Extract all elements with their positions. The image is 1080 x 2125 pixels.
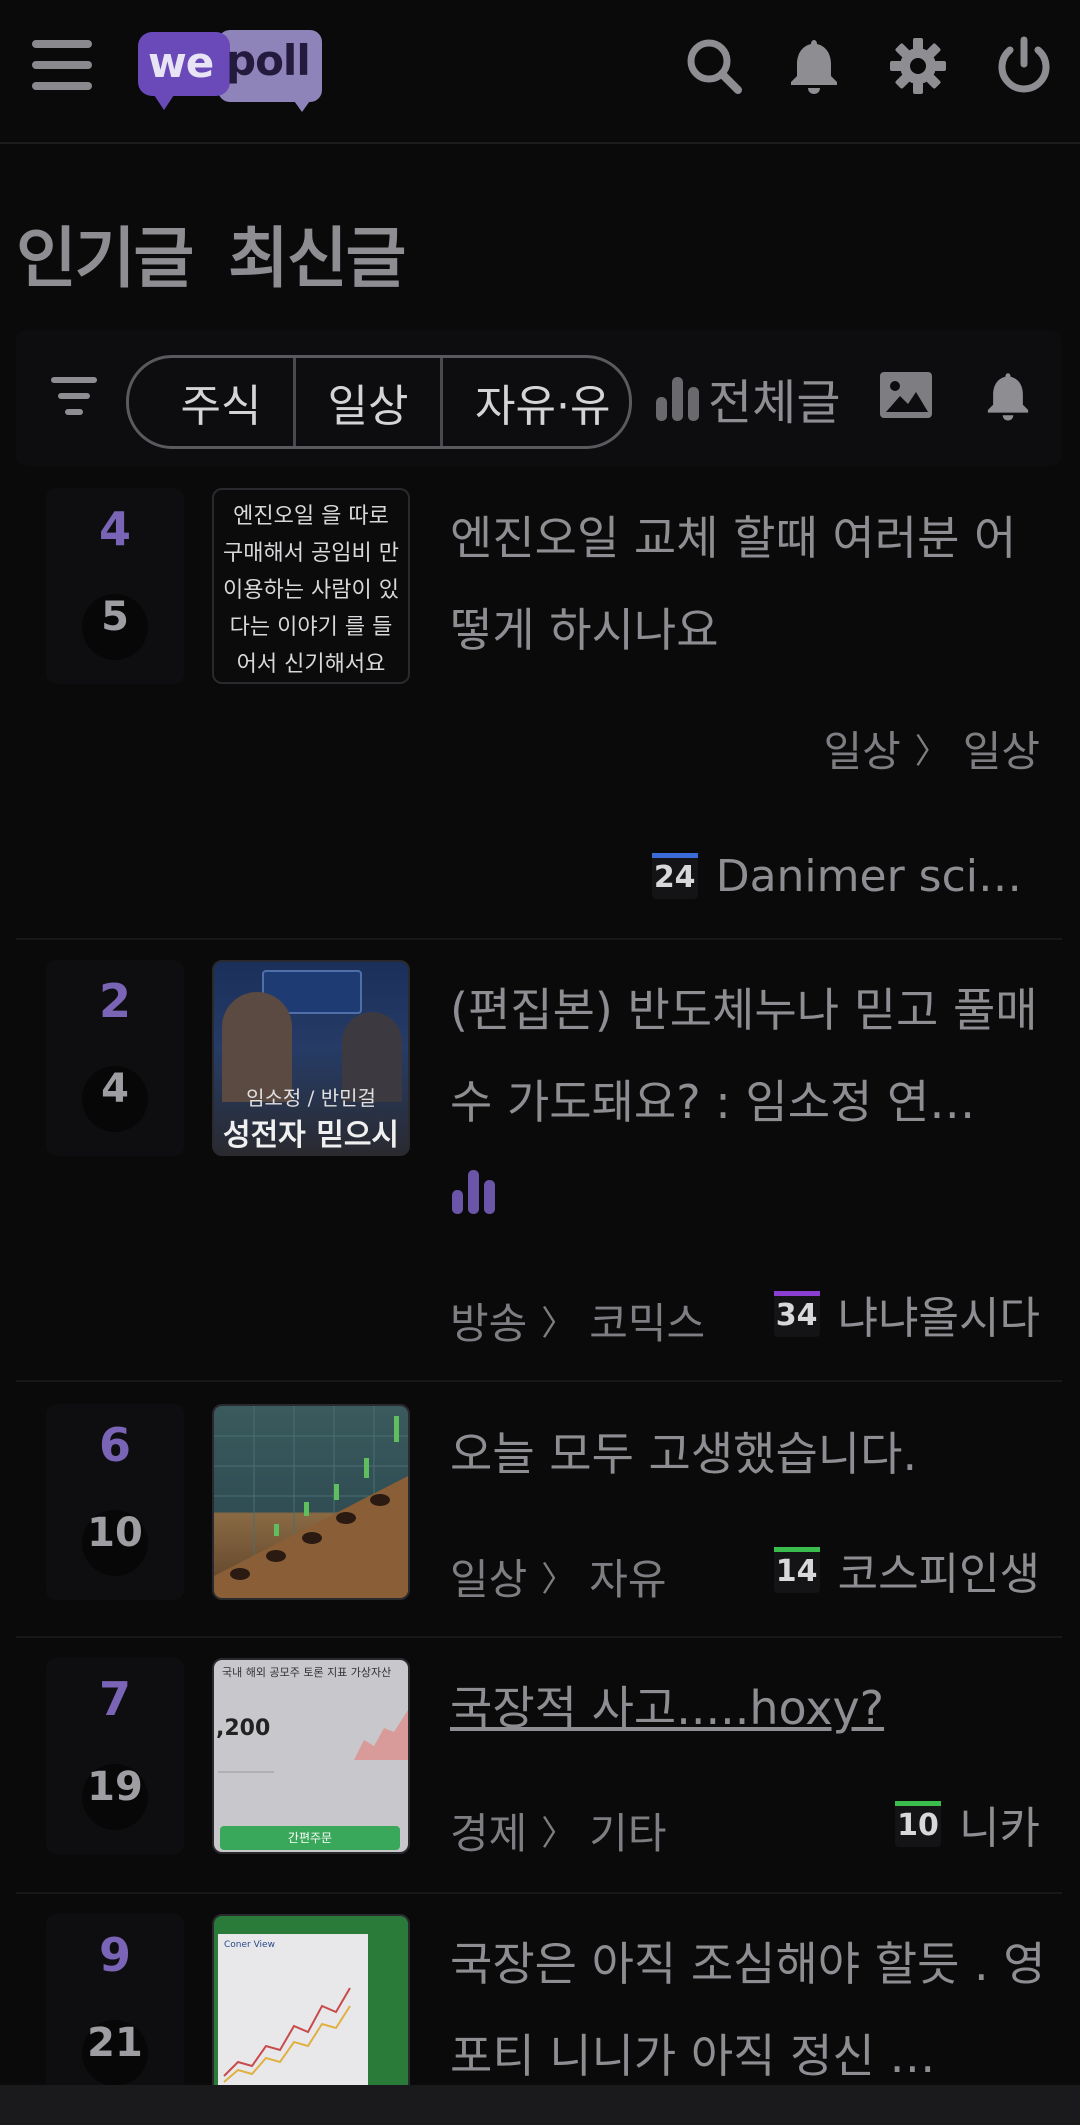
tab-popular[interactable]: 인기글 bbox=[16, 220, 194, 297]
system-navigation-bar bbox=[0, 2085, 1080, 2125]
post-author[interactable]: 14 코스피인생 bbox=[773, 1542, 1040, 1600]
vote-box: 6 10 bbox=[46, 1404, 184, 1600]
thumbnail-label: Coner View bbox=[224, 1940, 275, 1950]
tab-latest[interactable]: 최신글 bbox=[228, 220, 406, 297]
all-posts-button[interactable]: 전체글 bbox=[654, 366, 841, 431]
post-title[interactable]: 국장은 아직 조심해야 할듯 . 영포티 니니가 아직 정신 … bbox=[450, 1918, 1050, 2102]
power-icon[interactable] bbox=[992, 34, 1056, 98]
level-badge: 14 bbox=[773, 1547, 820, 1593]
post-item[interactable]: 6 10 오늘 모두 고생했습니다. 일상 〉 자유 14 코스피인생 bbox=[16, 1382, 1062, 1638]
post-title[interactable]: (편집본) 반도체누나 믿고 풀매수 가도돼요? : 임소정 연… bbox=[450, 964, 1050, 1148]
post-category[interactable]: 방송 〉 코믹스 bbox=[450, 1290, 705, 1351]
poll-icon bbox=[450, 1166, 498, 1220]
comment-count: 19 bbox=[82, 1764, 148, 1830]
upvote-count[interactable]: 7 bbox=[46, 1672, 184, 1726]
author-name: 냐냐올시다 bbox=[837, 1293, 1040, 1344]
vote-box: 4 5 bbox=[46, 488, 184, 684]
gear-icon[interactable] bbox=[886, 34, 950, 98]
filter-icon[interactable] bbox=[50, 372, 98, 420]
chevron-right-icon: 〉 bbox=[914, 732, 949, 772]
level-badge: 34 bbox=[773, 1291, 820, 1337]
vote-box: 7 19 bbox=[46, 1658, 184, 1854]
chip-stocks[interactable]: 주식 bbox=[129, 358, 296, 446]
thumbnail-caption-small: 임소정 / 반민걸 bbox=[246, 1086, 376, 1110]
category-chips: 주식 일상 자유·유 bbox=[126, 355, 632, 449]
feed-tabs: 인기글 최신글 bbox=[16, 205, 440, 301]
post-thumbnail[interactable]: 국내 해외 공모주 토론 지표 가상자산 ,200 간편주문 bbox=[212, 1658, 410, 1854]
post-thumbnail[interactable]: Coner View bbox=[212, 1914, 410, 2110]
post-title[interactable]: 엔진오일 교체 할때 여러분 어떻게 하시나요 bbox=[450, 492, 1050, 676]
logo-text-poll: poll bbox=[226, 36, 311, 85]
thumbnail-text: 엔진오일 을 따로 구매해서 공임비 만 이용하는 사람이 있다는 이야기 를 … bbox=[223, 504, 399, 677]
subcategory-label: 코믹스 bbox=[589, 1299, 706, 1348]
post-author[interactable]: 24 Danimer sci… bbox=[651, 848, 1022, 904]
logo-text-we: we bbox=[148, 38, 214, 87]
order-button: 간편주문 bbox=[220, 1826, 400, 1850]
post-thumbnail[interactable]: 임소정 / 반민걸 성전자 믿으시 bbox=[212, 960, 410, 1156]
author-name: Danimer sci… bbox=[715, 850, 1022, 902]
chevron-right-icon: 〉 bbox=[541, 1560, 576, 1600]
comment-count: 5 bbox=[82, 594, 148, 660]
vote-box: 9 21 bbox=[46, 1914, 184, 2110]
chip-daily[interactable]: 일상 bbox=[296, 358, 443, 446]
upvote-count[interactable]: 2 bbox=[46, 974, 184, 1028]
post-category[interactable]: 일상 〉 자유 bbox=[450, 1546, 667, 1607]
category-label: 경제 bbox=[450, 1809, 528, 1858]
comment-count: 4 bbox=[82, 1066, 148, 1132]
category-label: 방송 bbox=[450, 1299, 528, 1348]
all-posts-label: 전체글 bbox=[708, 375, 841, 431]
vote-box: 2 4 bbox=[46, 960, 184, 1156]
menu-icon[interactable] bbox=[32, 40, 92, 90]
chevron-right-icon: 〉 bbox=[541, 1814, 576, 1854]
post-author[interactable]: 10 니카 bbox=[895, 1796, 1040, 1854]
upvote-count[interactable]: 9 bbox=[46, 1928, 184, 1982]
level-badge: 10 bbox=[895, 1801, 942, 1847]
app-header: we poll bbox=[0, 0, 1080, 144]
upvote-count[interactable]: 6 bbox=[46, 1418, 184, 1472]
bell-icon[interactable] bbox=[980, 366, 1036, 426]
search-icon[interactable] bbox=[682, 34, 746, 98]
subcategory-label: 일상 bbox=[962, 727, 1040, 776]
subcategory-label: 자유 bbox=[589, 1555, 667, 1604]
category-label: 일상 bbox=[450, 1555, 528, 1604]
author-name: 니카 bbox=[959, 1803, 1040, 1854]
post-thumbnail[interactable]: 엔진오일 을 따로 구매해서 공임비 만 이용하는 사람이 있다는 이야기 를 … bbox=[212, 488, 410, 684]
thumbnail-tabs: 국내 해외 공모주 토론 지표 가상자산 bbox=[222, 1666, 392, 1679]
post-item[interactable]: 2 4 임소정 / 반민걸 성전자 믿으시 (편집본) 반도체누나 믿고 풀매수… bbox=[16, 940, 1062, 1382]
comment-count: 21 bbox=[82, 2020, 148, 2086]
upvote-count[interactable]: 4 bbox=[46, 502, 184, 556]
post-category[interactable]: 경제 〉 기타 bbox=[450, 1800, 667, 1861]
filter-bar: 주식 일상 자유·유 전체글 bbox=[16, 330, 1062, 466]
post-category[interactable]: 일상 〉 일상 bbox=[823, 718, 1040, 779]
bar-chart-icon bbox=[656, 377, 699, 421]
post-item[interactable]: 4 5 엔진오일 을 따로 구매해서 공임비 만 이용하는 사람이 있다는 이야… bbox=[16, 468, 1062, 940]
category-label: 일상 bbox=[823, 727, 901, 776]
post-author[interactable]: 34 냐냐올시다 bbox=[773, 1286, 1040, 1344]
comment-count: 10 bbox=[82, 1510, 148, 1576]
post-item[interactable]: 7 19 국내 해외 공모주 토론 지표 가상자산 ,200 간편주문 국장적 … bbox=[16, 1638, 1062, 1894]
post-title[interactable]: 국장적 사고.....hoxy? bbox=[450, 1662, 1050, 1754]
level-badge: 24 bbox=[651, 853, 698, 899]
post-thumbnail[interactable] bbox=[212, 1404, 410, 1600]
chip-free[interactable]: 자유·유 bbox=[443, 358, 629, 446]
author-name: 코스피인생 bbox=[837, 1549, 1040, 1600]
bell-icon[interactable] bbox=[782, 34, 846, 98]
subcategory-label: 기타 bbox=[589, 1809, 667, 1858]
image-icon[interactable] bbox=[878, 370, 934, 420]
thumbnail-caption-big: 성전자 믿으시 bbox=[222, 1118, 400, 1153]
post-title[interactable]: 오늘 모두 고생했습니다. bbox=[450, 1408, 1050, 1500]
chevron-right-icon: 〉 bbox=[541, 1304, 576, 1344]
wepoll-logo[interactable]: we poll bbox=[138, 30, 324, 112]
